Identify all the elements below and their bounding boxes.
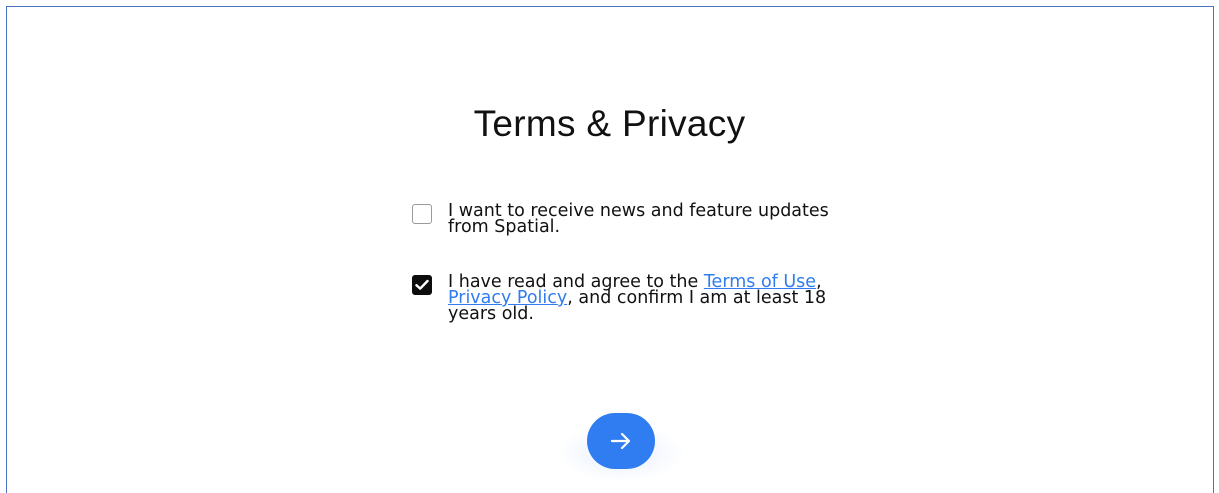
news-option: I want to receive news and feature updat… (412, 201, 838, 237)
terms-option: I have read and agree to the Terms of Us… (412, 273, 838, 323)
next-button[interactable] (587, 413, 655, 469)
checkmark-icon (415, 279, 429, 290)
next-button-wrap (557, 413, 685, 483)
news-label: I want to receive news and feature updat… (448, 201, 829, 237)
news-checkbox[interactable] (412, 204, 432, 224)
terms-label: I have read and agree to the Terms of Us… (448, 273, 838, 323)
arrow-right-icon (610, 432, 631, 450)
page-title: Terms & Privacy (473, 103, 746, 144)
terms-checkbox[interactable] (412, 275, 432, 295)
